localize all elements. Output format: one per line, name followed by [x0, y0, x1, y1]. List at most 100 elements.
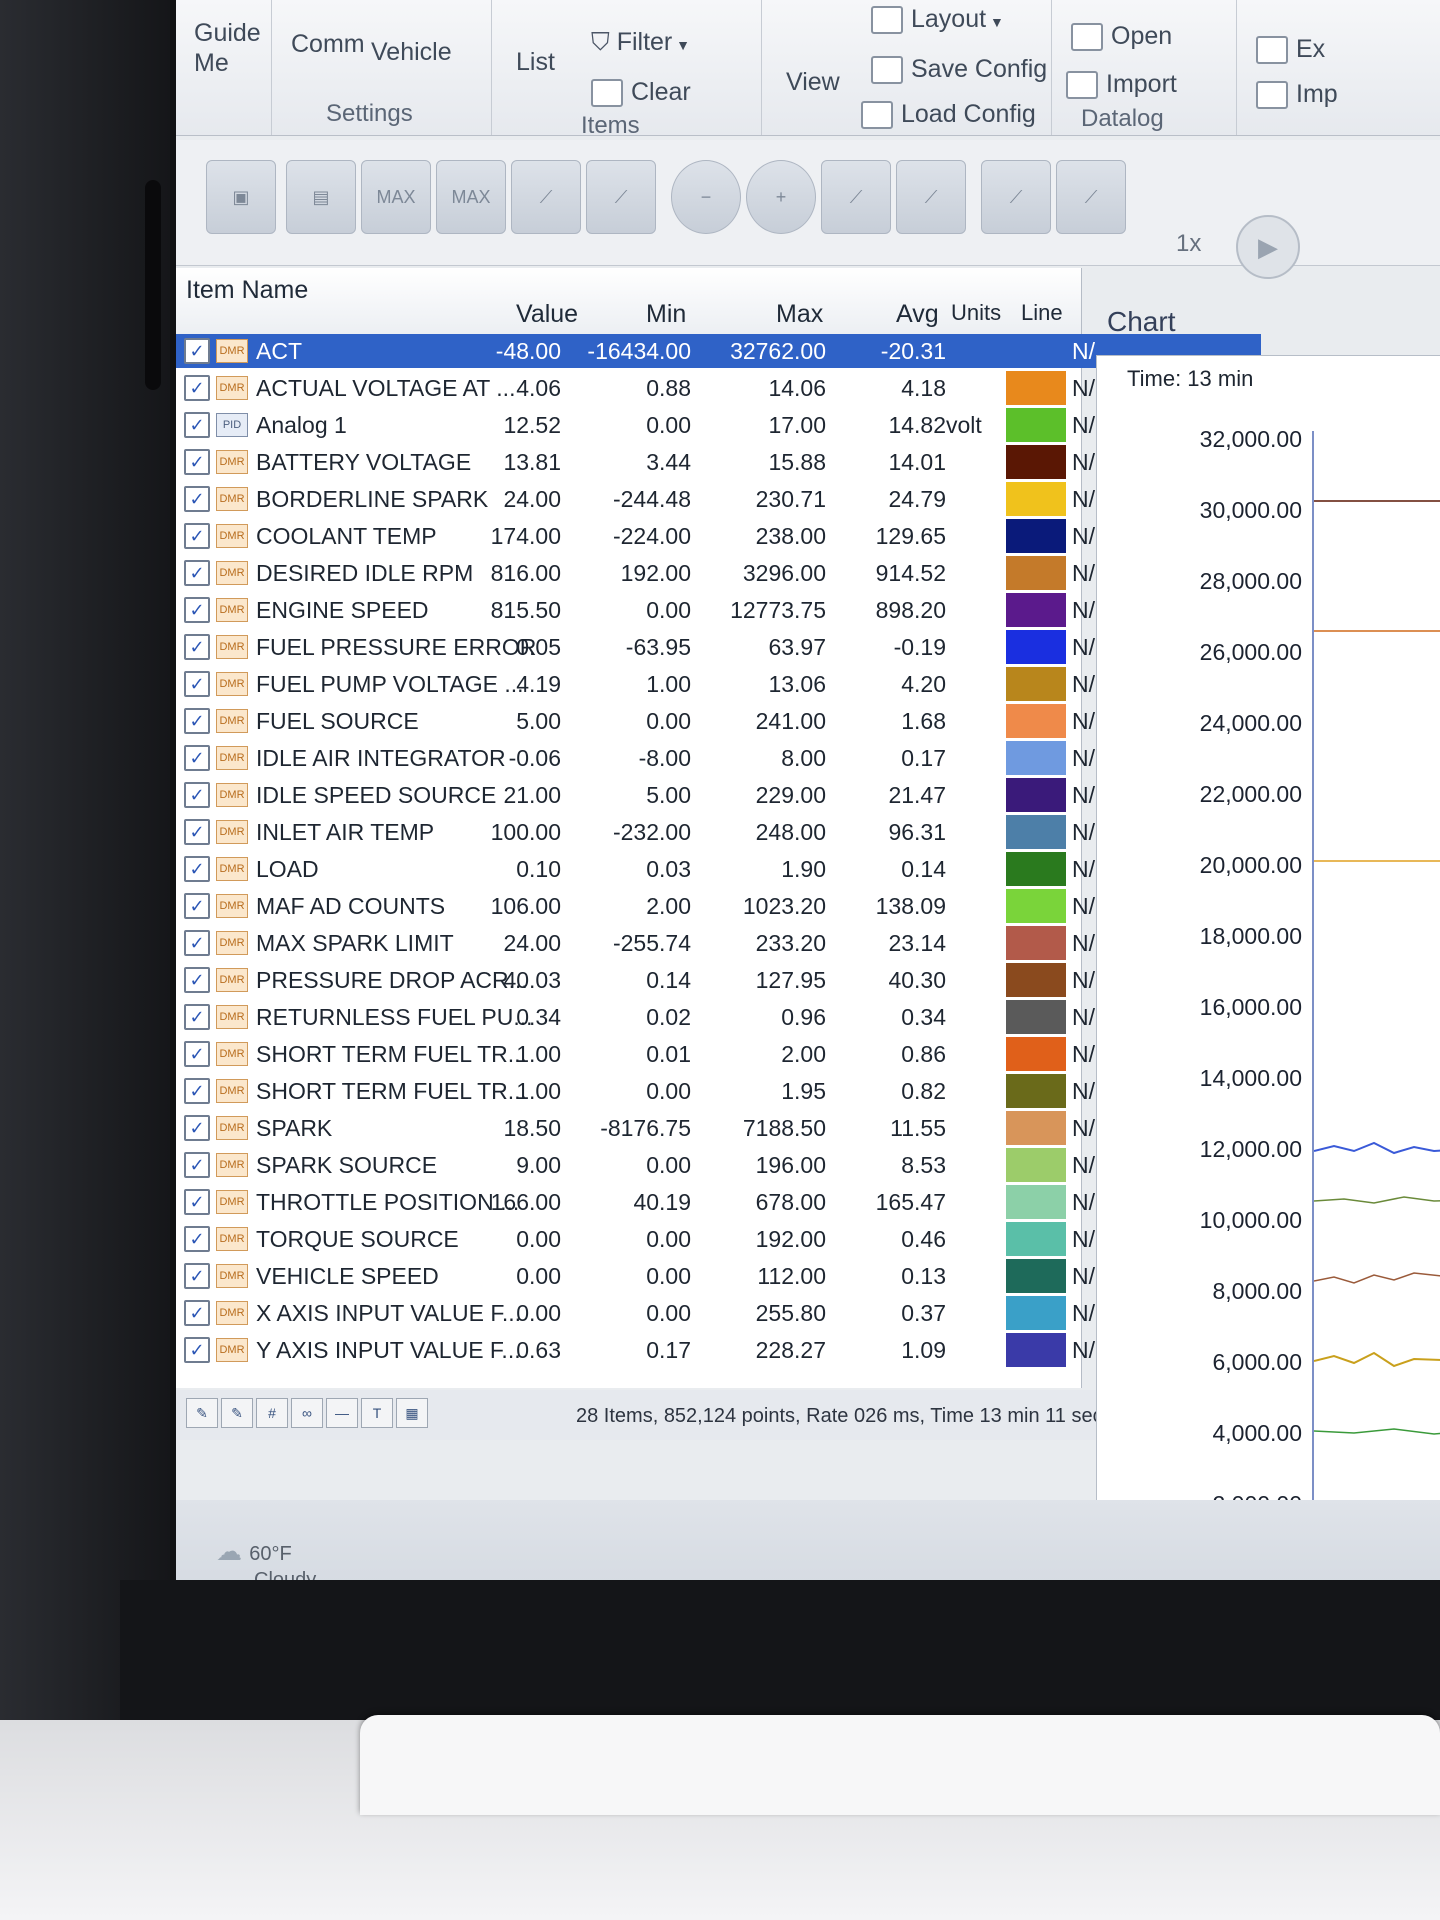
filter-button[interactable]: ⛉ Filter ▼: [591, 28, 690, 57]
list-button[interactable]: List: [516, 48, 555, 77]
line-color-swatch[interactable]: [1006, 630, 1066, 664]
pan-right-icon[interactable]: ⟋: [896, 160, 966, 234]
line-color-swatch[interactable]: [1006, 556, 1066, 590]
row-checkbox[interactable]: ✓: [184, 930, 210, 956]
device-icon[interactable]: ▣: [206, 160, 276, 234]
line-color-swatch[interactable]: [1006, 1185, 1066, 1219]
line-color-swatch[interactable]: [1006, 482, 1066, 516]
zoom-out-icon[interactable]: −: [671, 160, 741, 234]
line-color-swatch[interactable]: [1006, 1259, 1066, 1293]
row-checkbox[interactable]: ✓: [184, 1337, 210, 1363]
max-left-icon[interactable]: MAX: [361, 160, 431, 234]
line-color-swatch[interactable]: [1006, 1222, 1066, 1256]
tool-wrench-icon[interactable]: ✎: [186, 1398, 218, 1428]
row-checkbox[interactable]: ✓: [184, 708, 210, 734]
row-checkbox[interactable]: ✓: [184, 1226, 210, 1252]
header-min[interactable]: Min: [646, 300, 686, 329]
row-checkbox[interactable]: ✓: [184, 412, 210, 438]
line-color-swatch[interactable]: [1006, 778, 1066, 812]
tool-wrench-alt-icon[interactable]: ✎: [221, 1398, 253, 1428]
row-checkbox[interactable]: ✓: [184, 1152, 210, 1178]
row-checkbox[interactable]: ✓: [184, 597, 210, 623]
line-color-swatch[interactable]: [1006, 667, 1066, 701]
row-checkbox[interactable]: ✓: [184, 1300, 210, 1326]
row-checkbox[interactable]: ✓: [184, 560, 210, 586]
line-color-swatch[interactable]: [1006, 1074, 1066, 1108]
line-color-swatch[interactable]: [1006, 889, 1066, 923]
line-color-swatch[interactable]: [1006, 1111, 1066, 1145]
link-icon[interactable]: ∞: [291, 1398, 323, 1428]
line-color-swatch[interactable]: [1006, 926, 1066, 960]
zoom-in-icon[interactable]: +: [746, 160, 816, 234]
comm-button[interactable]: Comm: [291, 30, 365, 59]
row-checkbox[interactable]: ✓: [184, 782, 210, 808]
line-color-swatch[interactable]: [1006, 408, 1066, 442]
line-color-swatch[interactable]: [1006, 1296, 1066, 1330]
open-button[interactable]: Open: [1071, 22, 1172, 52]
chart-fit-icon[interactable]: ⟋: [981, 160, 1051, 234]
row-checkbox[interactable]: ✓: [184, 745, 210, 771]
line-color-swatch[interactable]: [1006, 963, 1066, 997]
view-button[interactable]: View: [786, 68, 840, 97]
line-color-swatch[interactable]: [1006, 519, 1066, 553]
text-format-icon[interactable]: T: [361, 1398, 393, 1428]
row-checkbox[interactable]: ✓: [184, 1078, 210, 1104]
header-line[interactable]: Line: [1021, 300, 1063, 326]
row-checkbox[interactable]: ✓: [184, 1004, 210, 1030]
header-max[interactable]: Max: [776, 300, 823, 329]
row-checkbox[interactable]: ✓: [184, 1189, 210, 1215]
line-color-swatch[interactable]: [1006, 704, 1066, 738]
hash-icon[interactable]: #: [256, 1398, 288, 1428]
line-color-swatch[interactable]: [1006, 1000, 1066, 1034]
chart-reset-icon[interactable]: ⟋: [1056, 160, 1126, 234]
row-checkbox[interactable]: ✓: [184, 1263, 210, 1289]
line-color-swatch[interactable]: [1006, 1148, 1066, 1182]
row-checkbox[interactable]: ✓: [184, 338, 210, 364]
guide-me-button[interactable]: Guide Me: [194, 18, 261, 78]
row-checkbox[interactable]: ✓: [184, 819, 210, 845]
row-checkbox[interactable]: ✓: [184, 1041, 210, 1067]
clear-button[interactable]: Clear: [591, 78, 691, 108]
ex-button[interactable]: Ex: [1256, 35, 1325, 65]
line-icon[interactable]: —: [326, 1398, 358, 1428]
max-down-icon[interactable]: MAX: [436, 160, 506, 234]
line-color-swatch[interactable]: [1006, 741, 1066, 775]
grid-icon[interactable]: ▦: [396, 1398, 428, 1428]
row-checkbox[interactable]: ✓: [184, 856, 210, 882]
line-color-swatch[interactable]: [1006, 1037, 1066, 1071]
load-config-button[interactable]: Load Config: [861, 100, 1036, 130]
header-avg[interactable]: Avg: [896, 300, 939, 329]
imp-button[interactable]: Imp: [1256, 80, 1338, 110]
chart-shift-icon[interactable]: ⟋: [511, 160, 581, 234]
line-color-swatch[interactable]: [1006, 1333, 1066, 1367]
vehicle-button[interactable]: Vehicle: [371, 38, 452, 67]
chart-shift-right-icon[interactable]: ⟋: [586, 160, 656, 234]
row-checkbox[interactable]: ✓: [184, 967, 210, 993]
row-checkbox[interactable]: ✓: [184, 671, 210, 697]
row-checkbox[interactable]: ✓: [184, 523, 210, 549]
layout-button[interactable]: Layout ▼: [871, 5, 1004, 35]
save-config-button[interactable]: Save Config: [871, 55, 1047, 85]
line-color-swatch[interactable]: [1006, 371, 1066, 405]
item-max: 230.71: [755, 486, 826, 512]
line-color-swatch[interactable]: [1006, 334, 1066, 368]
row-checkbox[interactable]: ✓: [184, 449, 210, 475]
pan-left-icon[interactable]: ⟋: [821, 160, 891, 234]
header-item-name[interactable]: Item Name: [186, 276, 308, 305]
header-value[interactable]: Value: [516, 300, 578, 329]
row-checkbox[interactable]: ✓: [184, 486, 210, 512]
line-color-swatch[interactable]: [1006, 815, 1066, 849]
playback-speed[interactable]: 1x: [1176, 230, 1201, 258]
row-checkbox[interactable]: ✓: [184, 1115, 210, 1141]
header-units[interactable]: Units: [951, 300, 1001, 326]
line-color-swatch[interactable]: [1006, 445, 1066, 479]
line-color-swatch[interactable]: [1006, 852, 1066, 886]
row-checkbox[interactable]: ✓: [184, 375, 210, 401]
display-icon[interactable]: ▤: [286, 160, 356, 234]
line-color-swatch[interactable]: [1006, 593, 1066, 627]
import-button[interactable]: Import: [1066, 70, 1177, 100]
play-icon[interactable]: ▶: [1236, 215, 1300, 279]
row-checkbox[interactable]: ✓: [184, 893, 210, 919]
chart-plot-area[interactable]: [1312, 431, 1440, 1586]
row-checkbox[interactable]: ✓: [184, 634, 210, 660]
